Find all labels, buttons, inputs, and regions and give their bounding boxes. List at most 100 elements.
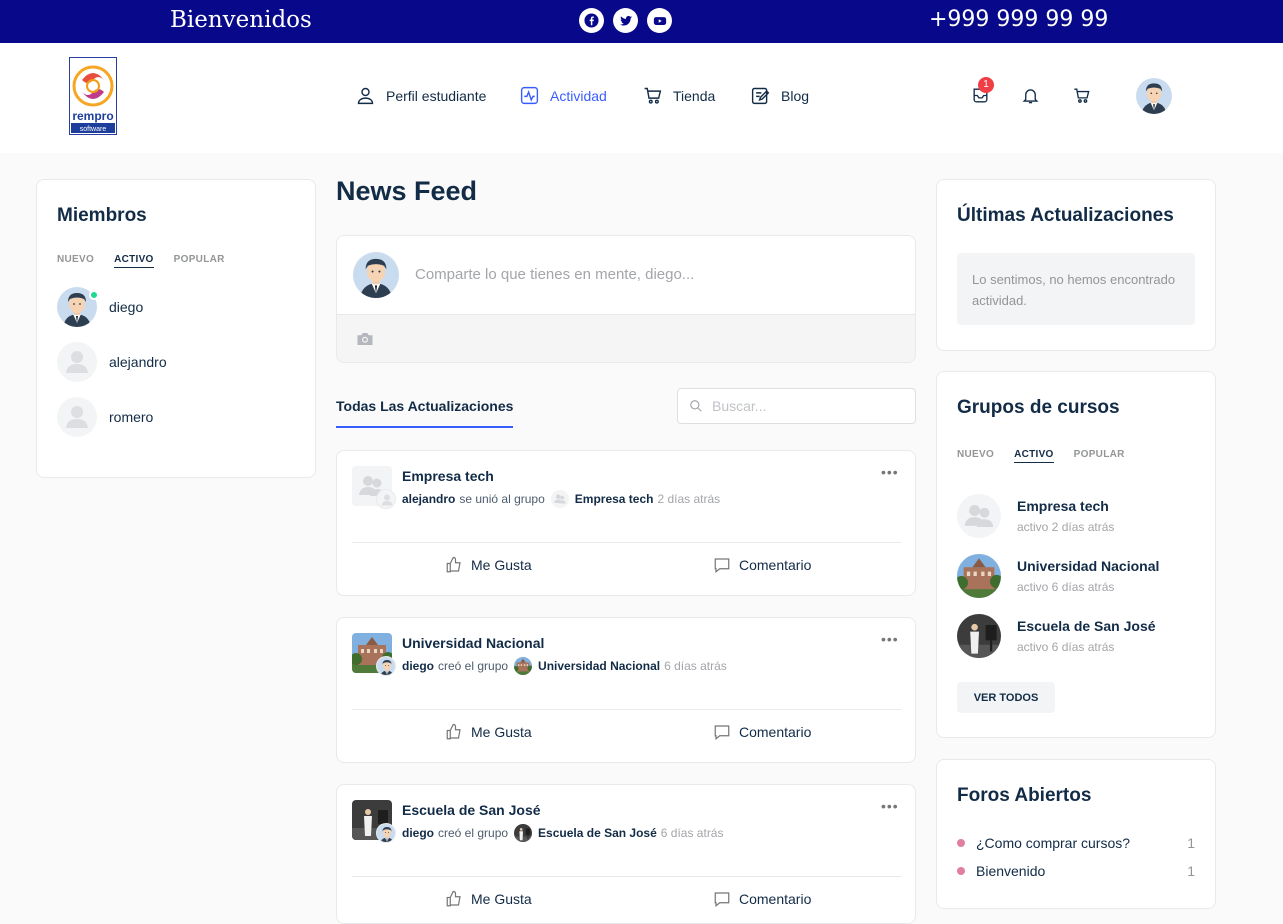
like-label: Me Gusta <box>471 724 532 740</box>
avatar <box>376 823 396 843</box>
tab-popular[interactable]: POPULAR <box>174 254 225 268</box>
forum-item[interactable]: Bienvenido 1 <box>957 863 1195 879</box>
site-logo[interactable]: rempro software <box>69 57 117 135</box>
activity-meta: diego creó el grupo Universidad Nacional… <box>402 657 727 675</box>
activity-action: creó el grupo <box>438 659 509 673</box>
nav-blog[interactable]: Blog <box>750 85 809 106</box>
more-options-icon[interactable]: ••• <box>881 798 899 814</box>
more-options-icon[interactable]: ••• <box>881 631 899 647</box>
youtube-icon[interactable] <box>647 8 672 33</box>
page-title: News Feed <box>336 176 478 206</box>
group-item[interactable]: Empresa tech activo 2 días atrás <box>957 494 1114 538</box>
tab-all-updates[interactable]: Todas Las Actualizaciones <box>336 398 514 428</box>
user-avatar[interactable] <box>1136 78 1172 114</box>
more-options-icon[interactable]: ••• <box>881 464 899 480</box>
activity-target[interactable]: Universidad Nacional <box>538 659 660 673</box>
view-all-button[interactable]: VER TODOS <box>957 682 1055 713</box>
activity-action: se unió al grupo <box>459 492 545 506</box>
divider <box>352 709 901 710</box>
group-status: activo 2 días atrás <box>1017 520 1115 534</box>
forum-dot <box>957 867 965 875</box>
activity-meta: alejandro se unió al grupo Empresa tech … <box>402 490 720 508</box>
like-button[interactable]: Me Gusta <box>445 890 532 908</box>
tab-nuevo[interactable]: NUEVO <box>57 254 94 268</box>
search-icon <box>690 400 702 412</box>
activity-user[interactable]: alejandro <box>402 492 455 506</box>
member-item[interactable]: romero <box>57 397 153 437</box>
divider <box>352 542 901 543</box>
like-button[interactable]: Me Gusta <box>445 556 532 574</box>
comment-button[interactable]: Comentario <box>713 723 811 741</box>
thumbs-up-icon <box>446 723 461 740</box>
camera-icon[interactable] <box>356 331 374 352</box>
messages-badge: 1 <box>978 77 994 93</box>
comment-icon <box>714 558 730 573</box>
updates-title: Últimas Actualizaciones <box>957 205 1174 226</box>
cart-icon <box>644 87 662 104</box>
twitter-icon[interactable] <box>613 8 638 33</box>
group-name[interactable]: Empresa tech <box>402 468 494 484</box>
phone-number: +999 999 99 99 <box>929 7 1109 32</box>
nav-tienda[interactable]: Tienda <box>642 85 715 106</box>
avatar <box>376 656 396 676</box>
facebook-icon[interactable] <box>579 8 604 33</box>
forum-count: 1 <box>1187 835 1195 851</box>
activity-target[interactable]: Escuela de San José <box>538 826 657 840</box>
group-status: activo 6 días atrás <box>1017 580 1115 594</box>
post-composer: Comparte lo que tienes en mente, diego..… <box>336 235 916 363</box>
group-name: Empresa tech <box>1017 498 1109 514</box>
user-icon <box>357 87 374 105</box>
member-item[interactable]: diego <box>57 287 143 327</box>
search-input[interactable] <box>712 398 902 414</box>
member-name: diego <box>109 299 144 315</box>
forum-dot <box>957 839 965 847</box>
cart-icon[interactable] <box>1072 86 1091 110</box>
top-bar: Bienvenidos +999 999 99 99 <box>0 0 1283 43</box>
post-input[interactable]: Comparte lo que tienes en mente, diego..… <box>415 266 694 283</box>
member-name: alejandro <box>109 354 167 370</box>
group-item[interactable]: Universidad Nacional activo 6 días atrás <box>957 554 1159 598</box>
avatar <box>353 252 399 298</box>
activity-user[interactable]: diego <box>402 659 434 673</box>
tab-activo[interactable]: ACTIVO <box>1014 449 1054 463</box>
avatar <box>57 342 97 382</box>
groups-tabs: NUEVO ACTIVO POPULAR <box>957 449 1125 463</box>
activity-meta: diego creó el grupo Escuela de San José … <box>402 824 723 842</box>
activity-item: Universidad Nacional diego creó el grupo… <box>336 617 916 763</box>
activity-item: Escuela de San José diego creó el grupo … <box>336 784 916 924</box>
online-indicator <box>89 290 99 300</box>
comment-button[interactable]: Comentario <box>713 556 811 574</box>
like-label: Me Gusta <box>471 557 532 573</box>
nav-perfil-estudiante[interactable]: Perfil estudiante <box>355 85 486 106</box>
member-item[interactable]: alejandro <box>57 342 167 382</box>
activity-user[interactable]: diego <box>402 826 434 840</box>
forum-item[interactable]: ¿Como comprar cursos? 1 <box>957 835 1195 851</box>
activity-target[interactable]: Empresa tech <box>575 492 654 506</box>
tab-activo[interactable]: ACTIVO <box>114 254 154 268</box>
group-name: Universidad Nacional <box>1017 558 1160 574</box>
empty-message: Lo sentimos, no hemos encontrado activid… <box>957 253 1195 325</box>
members-tabs: NUEVO ACTIVO POPULAR <box>57 254 225 268</box>
logo-text: rempro <box>72 109 113 123</box>
like-button[interactable]: Me Gusta <box>445 723 532 741</box>
group-name[interactable]: Escuela de San José <box>402 802 541 818</box>
avatar <box>376 489 396 509</box>
feed-search <box>677 388 916 424</box>
bell-icon[interactable] <box>1021 86 1040 110</box>
thumbs-up-icon <box>446 890 461 907</box>
group-thumbnail <box>957 494 1001 538</box>
group-name: Escuela de San José <box>1017 618 1156 634</box>
group-item[interactable]: Escuela de San José activo 6 días atrás <box>957 614 1156 658</box>
activity-time: 6 días atrás <box>664 659 727 673</box>
members-title: Miembros <box>57 205 147 226</box>
forum-count: 1 <box>1187 863 1195 879</box>
group-name[interactable]: Universidad Nacional <box>402 635 544 651</box>
tab-popular[interactable]: POPULAR <box>1074 449 1125 463</box>
tab-nuevo[interactable]: NUEVO <box>957 449 994 463</box>
comment-icon <box>714 892 730 907</box>
activity-item: Empresa tech alejandro se unió al grupo … <box>336 450 916 596</box>
nav-actividad[interactable]: Actividad <box>519 85 607 106</box>
nav-label: Blog <box>781 87 810 104</box>
comment-button[interactable]: Comentario <box>713 890 811 908</box>
activity-action: creó el grupo <box>438 826 509 840</box>
